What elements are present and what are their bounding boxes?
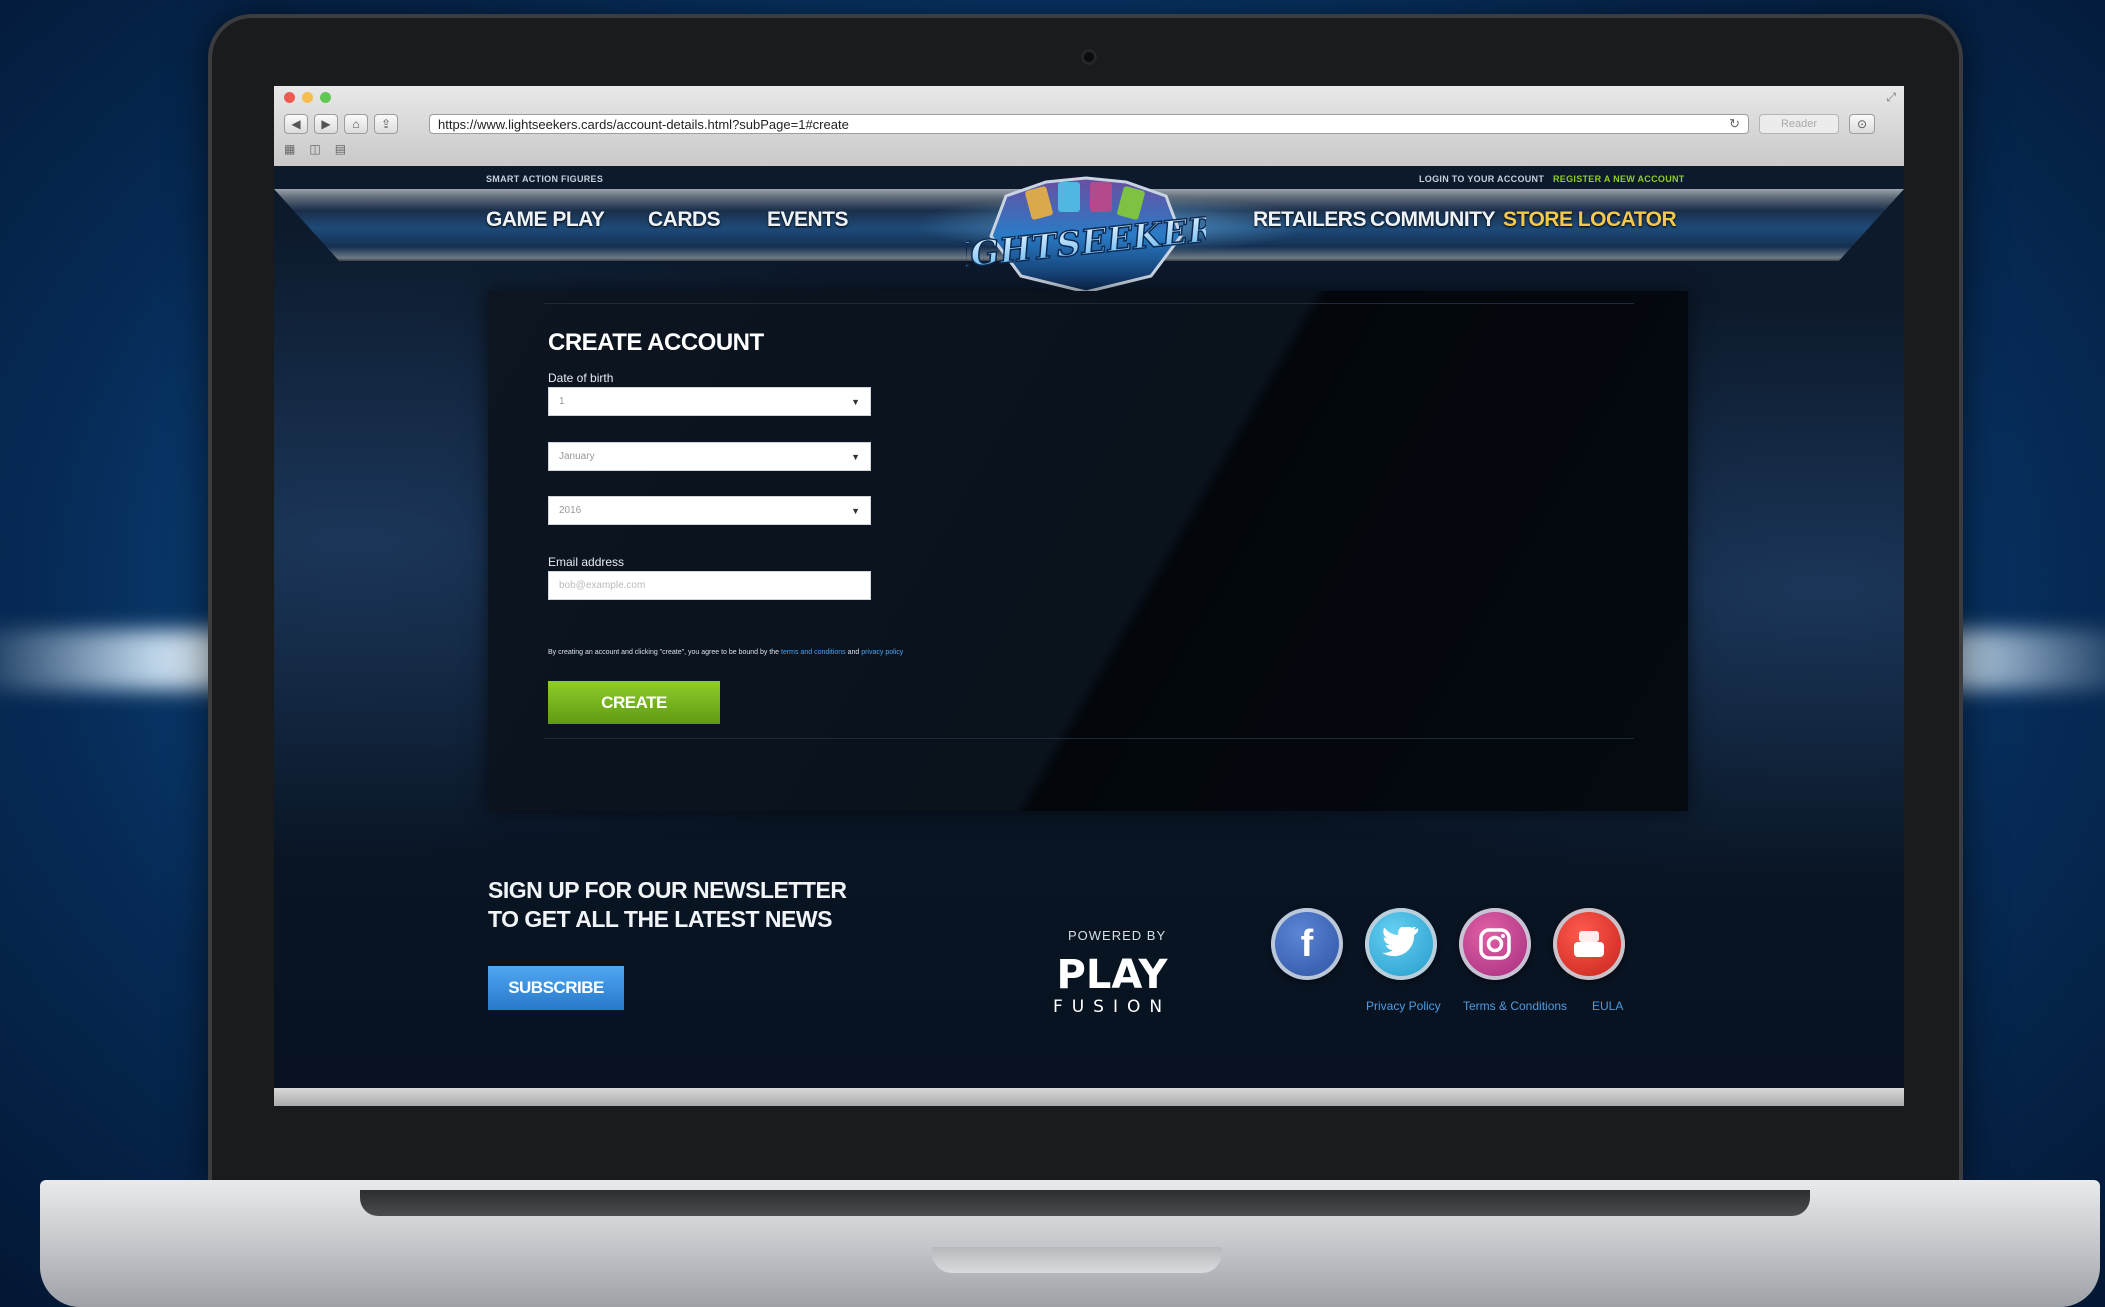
reload-icon[interactable]: ↻ [1729,116,1740,132]
register-link[interactable]: REGISTER A NEW ACCOUNT [1553,174,1685,184]
twitter-icon[interactable] [1365,908,1437,980]
reading-list-icon[interactable]: ◫ [309,142,320,156]
email-placeholder: bob@example.com [559,580,646,591]
newsletter-heading: SIGN UP FOR OUR NEWSLETTER TO GET ALL TH… [488,876,847,934]
privacy-policy-link[interactable]: Privacy Policy [1366,999,1441,1013]
dob-day-select[interactable]: 1 ▼ [548,387,871,416]
terms-conditions-link[interactable]: Terms & Conditions [1463,999,1567,1013]
terms-text: By creating an account and clicking "cre… [548,649,780,656]
email-label: Email address [548,555,625,569]
create-button[interactable]: CREATE [548,681,720,724]
terms-link[interactable]: terms and conditions [781,649,846,656]
browser-nav-buttons: ◀ ▶ ⌂ ⇪ [284,114,398,134]
nav-retailers[interactable]: RETAILERS [1253,208,1366,232]
top-tagline: SMART ACTION FIGURES [486,174,604,184]
chevron-down-icon: ▼ [851,505,860,516]
share-button[interactable]: ⇪ [374,114,398,134]
dob-month-value: January [559,451,595,462]
instagram-icon[interactable] [1459,908,1531,980]
dob-label: Date of birth [548,371,614,385]
download-icon: ⊙ [1856,117,1868,131]
webcam [1081,49,1097,65]
playfusion-top: PLAY [1057,952,1169,998]
eula-link[interactable]: EULA [1592,999,1623,1013]
fullscreen-icon[interactable]: ⤢ [1886,90,1896,105]
nav-cards[interactable]: CARDS [648,208,721,232]
nav-game-play[interactable]: GAME PLAY [486,208,605,232]
login-link[interactable]: LOGIN TO YOUR ACCOUNT [1419,174,1544,184]
url-text: https://www.lightseekers.cards/account-d… [438,116,849,132]
terms-notice: By creating an account and clicking "cre… [548,649,903,656]
downloads-button[interactable]: ⊙ [1849,114,1875,134]
website: SMART ACTION FIGURES LOGIN TO YOUR ACCOU… [274,166,1904,1106]
dob-month-select[interactable]: January ▼ [548,442,871,471]
bookmarks-bar: ▦ ◫ ▤ [284,142,346,156]
subscribe-button[interactable]: SUBSCRIBE [488,966,624,1010]
create-account-panel: CREATE ACCOUNT Date of birth 1 ▼ January… [488,291,1688,811]
privacy-link[interactable]: privacy policy [861,649,903,656]
twitter-bird-glyph [1382,927,1419,957]
bookmarks-icon[interactable]: ▤ [335,142,346,156]
dob-year-value: 2016 [559,505,582,516]
youtube-icon[interactable] [1553,908,1625,980]
nav-store-locator[interactable]: STORE LOCATOR [1503,208,1677,232]
screen-bottom-bezel [274,1088,1904,1106]
home-icon: ⌂ [352,117,360,131]
browser-chrome: ⤢ ◀ ▶ ⌂ ⇪ https://www.lightseekers.cards… [274,86,1904,167]
nav-events[interactable]: EVENTS [767,208,849,232]
newsletter-line-2: TO GET ALL THE LATEST NEWS [488,906,832,932]
back-button[interactable]: ◀ [284,114,308,134]
facebook-icon[interactable]: f [1271,908,1343,980]
form-title: CREATE ACCOUNT [548,329,764,356]
minimize-window-button[interactable] [302,92,313,103]
close-window-button[interactable] [284,92,295,103]
keyboard-hinge [360,1190,1810,1216]
chevron-down-icon: ▼ [851,451,860,462]
lightseekers-logo[interactable]: LIGHTSEEKERS [966,176,1206,294]
powered-by-label: POWERED BY [1068,928,1167,943]
top-sites-icon[interactable]: ▦ [284,142,295,156]
instagram-camera-glyph [1479,928,1511,960]
trackpad-notch [932,1247,1222,1273]
forward-button[interactable]: ▶ [314,114,338,134]
dob-year-select[interactable]: 2016 ▼ [548,496,871,525]
share-icon: ⇪ [380,117,392,131]
email-field[interactable]: bob@example.com [548,571,871,600]
chevron-down-icon: ▼ [851,396,860,407]
window-controls [284,92,331,103]
divider [544,303,1634,304]
address-bar[interactable]: https://www.lightseekers.cards/account-d… [429,114,1749,134]
newsletter-line-1: SIGN UP FOR OUR NEWSLETTER [488,877,847,903]
youtube-glyph [1574,931,1604,957]
forward-arrow-icon: ▶ [321,117,331,131]
maximize-window-button[interactable] [320,92,331,103]
back-arrow-icon: ◀ [291,117,301,131]
playfusion-logo[interactable]: PLAY FUSION [1052,948,1172,1018]
dob-day-value: 1 [559,396,565,407]
terms-and: and [847,649,860,656]
nav-community[interactable]: COMMUNITY [1370,208,1496,232]
laptop-screen: ⤢ ◀ ▶ ⌂ ⇪ https://www.lightseekers.cards… [274,86,1904,1106]
divider [544,738,1634,739]
playfusion-bottom: FUSION [1053,997,1171,1017]
home-button[interactable]: ⌂ [344,114,368,134]
reader-button[interactable]: Reader [1759,114,1839,134]
